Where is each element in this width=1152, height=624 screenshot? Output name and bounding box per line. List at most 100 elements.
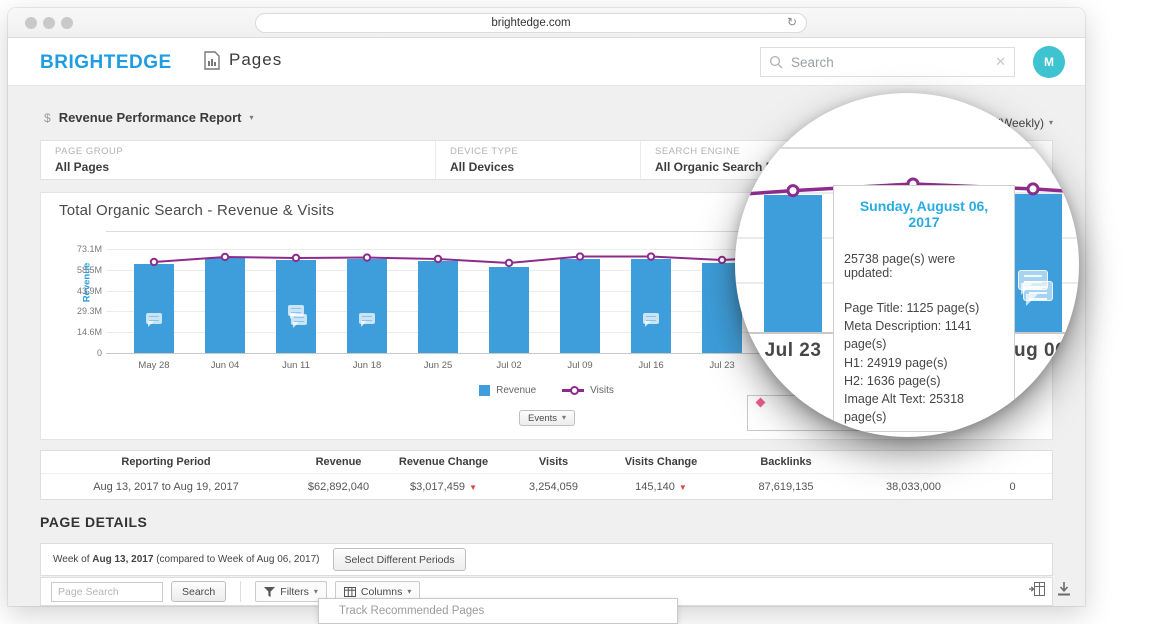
revenue-bar[interactable] bbox=[560, 259, 600, 353]
events-button[interactable]: Events ▾ bbox=[519, 410, 575, 426]
revenue-bar[interactable] bbox=[134, 264, 174, 353]
y-axis-tick-label: 14.6M bbox=[44, 327, 102, 337]
summary-column-header: Visits Change bbox=[606, 456, 716, 468]
download-icon[interactable] bbox=[1057, 582, 1071, 596]
summary-column-header: Revenue bbox=[291, 456, 386, 468]
report-title: Revenue Performance Report bbox=[59, 110, 242, 125]
annotation-comment-icon[interactable] bbox=[1023, 281, 1053, 301]
summary-column-header: Backlinks bbox=[716, 456, 856, 468]
search-input[interactable] bbox=[789, 54, 989, 71]
page-search-input[interactable] bbox=[51, 582, 163, 602]
summary-cell: 38,033,000 bbox=[856, 481, 971, 493]
revenue-bar[interactable] bbox=[418, 261, 458, 353]
negative-arrow-icon: ▼ bbox=[679, 483, 687, 492]
annotation-comment-icon[interactable] bbox=[291, 314, 307, 325]
filter-value: All Devices bbox=[450, 160, 640, 174]
avatar[interactable]: M bbox=[1033, 46, 1065, 78]
y-axis-tick-label: 73.1M bbox=[44, 244, 102, 254]
search-icon bbox=[769, 55, 783, 69]
browser-window: brightedge.com ↻ BRIGHTEDGE Pages ✕ M $ … bbox=[8, 8, 1085, 606]
global-search[interactable]: ✕ bbox=[760, 47, 1015, 77]
summary-cell: 145,140▼ bbox=[606, 481, 716, 493]
week-bar: Week of Aug 13, 2017 (compared to Week o… bbox=[40, 543, 1053, 576]
tooltip-detail-line: Page Title: 1125 page(s) bbox=[844, 299, 1004, 317]
chevron-down-icon: ▾ bbox=[314, 588, 318, 596]
tooltip-detail-line: Image Alt Text: 25318 page(s) bbox=[844, 390, 1004, 426]
summary-value-row: Aug 13, 2017 to Aug 19, 2017$62,892,040$… bbox=[41, 474, 1052, 499]
visits-line-icon bbox=[562, 389, 584, 392]
app-header: BRIGHTEDGE Pages ✕ M bbox=[8, 38, 1085, 86]
page-title-group: Pages bbox=[204, 50, 282, 70]
summary-cell: $62,892,040 bbox=[291, 481, 386, 493]
filter-value: All Pages bbox=[55, 160, 435, 174]
dollar-icon: $ bbox=[44, 111, 51, 125]
filter-label: PAGE GROUP bbox=[55, 146, 435, 157]
annotation-comment-icon[interactable] bbox=[643, 313, 659, 324]
chevron-down-icon: ▾ bbox=[1049, 119, 1053, 127]
summary-header-row: Reporting PeriodRevenueRevenue ChangeVis… bbox=[41, 451, 1052, 474]
report-selector[interactable]: $ Revenue Performance Report ▾ bbox=[44, 110, 253, 125]
summary-column-header: Revenue Change bbox=[386, 456, 501, 468]
x-axis-tick-label: Jul 09 bbox=[550, 360, 610, 371]
summary-cell: $3,017,459▼ bbox=[386, 481, 501, 493]
clear-search-icon[interactable]: ✕ bbox=[995, 54, 1006, 70]
url-text: brightedge.com bbox=[491, 17, 570, 29]
dropdown-item-track-recommended-pages[interactable]: Track Recommended Pages bbox=[339, 605, 484, 617]
window-zoom-button[interactable] bbox=[61, 17, 73, 29]
tooltip-details: Page Title: 1125 page(s)Meta Description… bbox=[844, 299, 1004, 426]
x-axis-tick-label: Jun 11 bbox=[266, 360, 326, 371]
page-title: Pages bbox=[229, 50, 282, 70]
annotation-flag-icon bbox=[756, 398, 766, 408]
columns-dropdown-panel: Track Recommended Pages bbox=[318, 598, 678, 624]
magnified-x-tick: Jul 23 bbox=[748, 340, 838, 362]
filter-page-group[interactable]: PAGE GROUP All Pages bbox=[41, 141, 436, 179]
chart-tooltip: Sunday, August 06, 2017 25738 page(s) we… bbox=[833, 185, 1015, 432]
filter-device-type[interactable]: DEVICE TYPE All Devices bbox=[436, 141, 641, 179]
export-table-icon[interactable] bbox=[1029, 582, 1045, 596]
chevron-down-icon: ▾ bbox=[407, 588, 411, 596]
browser-chrome: brightedge.com ↻ bbox=[8, 8, 1085, 38]
refresh-icon[interactable]: ↻ bbox=[787, 15, 797, 29]
legend-visits: Visits bbox=[562, 385, 614, 396]
revenue-bar[interactable] bbox=[489, 267, 529, 353]
tooltip-detail-line: H1: 24919 page(s) bbox=[844, 354, 1004, 372]
y-axis-tick-label: 43.9M bbox=[44, 286, 102, 296]
annotation-comment-icon[interactable] bbox=[359, 313, 375, 324]
revenue-bar[interactable] bbox=[205, 258, 245, 353]
x-axis-tick-label: Jul 16 bbox=[621, 360, 681, 371]
y-axis-tick-label: 29.3M bbox=[44, 306, 102, 316]
revenue-bar[interactable] bbox=[347, 259, 387, 353]
page-search-button[interactable]: Search bbox=[171, 581, 226, 602]
window-close-button[interactable] bbox=[25, 17, 37, 29]
week-text: Week of Aug 13, 2017 (compared to Week o… bbox=[53, 554, 319, 565]
pages-icon bbox=[204, 51, 220, 70]
filters-button[interactable]: Filters ▾ bbox=[255, 581, 327, 602]
magnifier-circle: Jul 23 Aug 06 Sunday, August 06, 2017 25… bbox=[735, 93, 1079, 437]
annotation-comment-icon[interactable] bbox=[146, 313, 162, 324]
summary-cell: Aug 13, 2017 to Aug 19, 2017 bbox=[41, 481, 291, 493]
magnified-top-border bbox=[735, 147, 1079, 149]
magnified-revenue-bar[interactable] bbox=[764, 195, 822, 332]
funnel-icon bbox=[264, 587, 275, 597]
brightedge-logo: BRIGHTEDGE bbox=[40, 52, 172, 74]
negative-arrow-icon: ▼ bbox=[469, 483, 477, 492]
page-details-heading: PAGE DETAILS bbox=[40, 514, 147, 530]
summary-cell: 87,619,135 bbox=[716, 481, 856, 493]
x-axis-tick-label: Jun 04 bbox=[195, 360, 255, 371]
x-axis-tick-label: May 28 bbox=[124, 360, 184, 371]
revenue-swatch-icon bbox=[479, 385, 490, 396]
tooltip-summary: 25738 page(s) were updated: bbox=[844, 252, 1004, 280]
visits-point[interactable] bbox=[506, 260, 512, 266]
select-periods-button[interactable]: Select Different Periods bbox=[333, 548, 465, 571]
table-action-icons bbox=[1029, 582, 1071, 596]
legend-revenue: Revenue bbox=[479, 385, 536, 396]
revenue-bar[interactable] bbox=[631, 259, 671, 353]
summary-cell: 0 bbox=[971, 481, 1054, 493]
summary-column-header: Visits bbox=[501, 456, 606, 468]
filter-label: DEVICE TYPE bbox=[450, 146, 640, 157]
address-bar[interactable]: brightedge.com ↻ bbox=[255, 13, 807, 33]
chevron-down-icon: ▾ bbox=[562, 414, 566, 422]
window-minimize-button[interactable] bbox=[43, 17, 55, 29]
columns-grid-icon bbox=[344, 587, 356, 597]
x-axis-tick-label: Jun 18 bbox=[337, 360, 397, 371]
